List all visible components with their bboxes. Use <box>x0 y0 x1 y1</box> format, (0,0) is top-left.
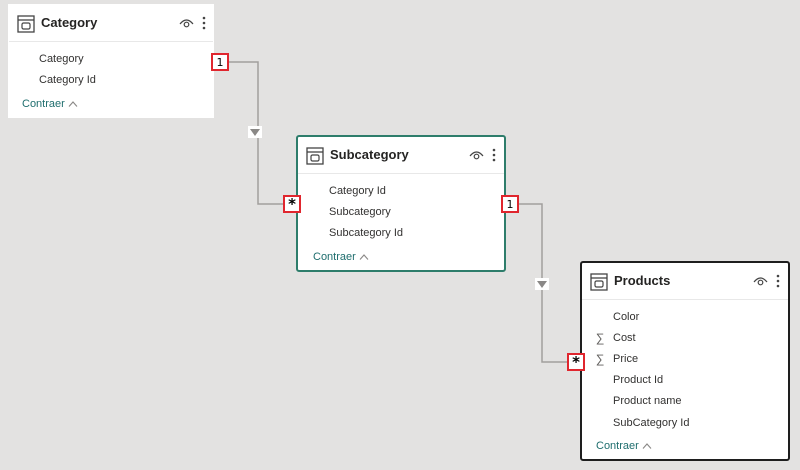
table-title: Category <box>41 15 98 30</box>
field-category[interactable]: Category <box>39 53 84 65</box>
table-icon <box>590 273 608 291</box>
eye-icon[interactable] <box>179 17 194 29</box>
table-card-category[interactable]: Category Category Category Id Contraer <box>8 4 214 118</box>
collapse-button[interactable]: Contraer <box>313 251 369 263</box>
eye-icon[interactable] <box>469 149 484 161</box>
field-category-id[interactable]: Category Id <box>39 74 96 86</box>
table-icon <box>306 147 324 165</box>
eye-icon[interactable] <box>753 275 768 287</box>
chevron-up-icon <box>359 254 369 260</box>
filter-arrow-down-icon[interactable] <box>248 126 262 138</box>
table-card-header[interactable]: Category <box>9 5 213 42</box>
model-canvas[interactable]: Category Category Category Id Contraer S… <box>0 0 800 470</box>
chevron-up-icon <box>642 443 652 449</box>
field-subcategory-id[interactable]: Subcategory Id <box>329 227 403 239</box>
table-card-subcategory[interactable]: Subcategory Category Id Subcategory Subc… <box>296 135 506 272</box>
table-card-header[interactable]: Subcategory <box>298 137 504 174</box>
more-options-icon[interactable] <box>492 147 496 163</box>
cardinality-one-marker[interactable]: 1 <box>211 53 229 71</box>
collapse-button[interactable]: Contraer <box>596 440 652 452</box>
table-card-products[interactable]: Products Color ∑ Cost ∑ Price Product Id… <box>580 261 790 461</box>
collapse-label: Contraer <box>313 251 356 263</box>
table-card-header[interactable]: Products <box>582 263 788 300</box>
field-subcategory-id[interactable]: SubCategory Id <box>613 417 689 429</box>
field-color[interactable]: Color <box>613 311 639 323</box>
more-options-icon[interactable] <box>202 15 206 31</box>
collapse-label: Contraer <box>596 440 639 452</box>
field-subcategory[interactable]: Subcategory <box>329 206 391 218</box>
chevron-up-icon <box>68 101 78 107</box>
table-title: Subcategory <box>330 147 409 162</box>
more-options-icon[interactable] <box>776 273 780 289</box>
collapse-button[interactable]: Contraer <box>22 98 78 110</box>
field-category-id[interactable]: Category Id <box>329 185 386 197</box>
filter-arrow-down-icon[interactable] <box>535 278 549 290</box>
field-product-name[interactable]: Product name <box>613 395 681 407</box>
sigma-icon: ∑ <box>595 331 605 345</box>
field-cost[interactable]: Cost <box>613 332 636 344</box>
field-price[interactable]: Price <box>613 353 638 365</box>
cardinality-many-marker[interactable]: * <box>567 353 585 371</box>
cardinality-many-marker[interactable]: * <box>283 195 301 213</box>
table-title: Products <box>614 273 671 288</box>
field-product-id[interactable]: Product Id <box>613 374 663 386</box>
table-icon <box>17 15 35 33</box>
cardinality-one-marker[interactable]: 1 <box>501 195 519 213</box>
sigma-icon: ∑ <box>595 352 605 366</box>
collapse-label: Contraer <box>22 98 65 110</box>
